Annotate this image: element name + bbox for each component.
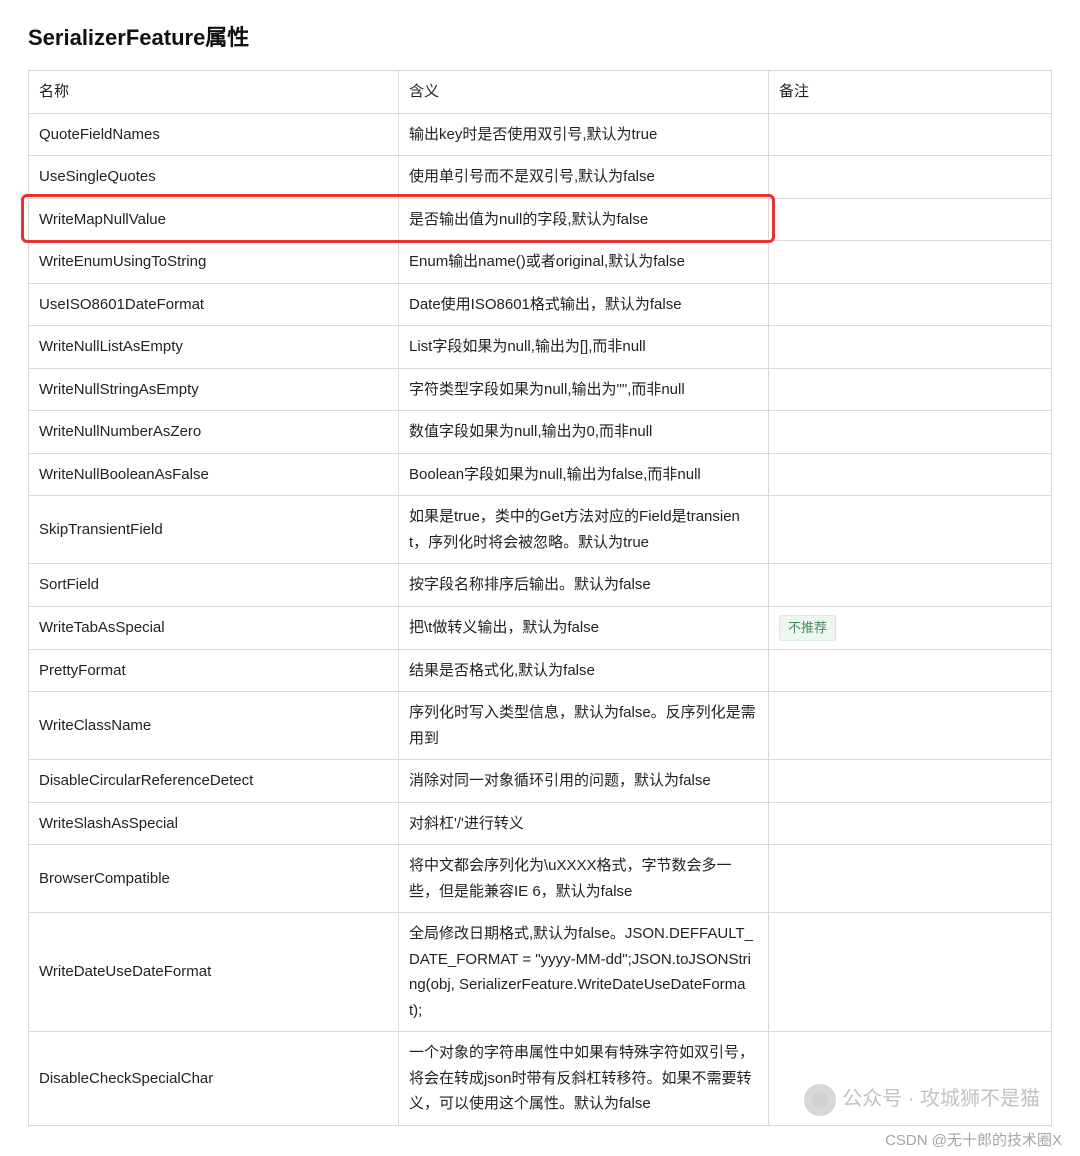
cell-desc: 消除对同一对象循环引用的问题，默认为false (399, 760, 769, 803)
cell-remark: 不推荐 (769, 606, 1052, 649)
cell-remark (769, 411, 1052, 454)
col-remark: 备注 (769, 71, 1052, 114)
cell-name: WriteMapNullValue (29, 198, 399, 241)
cell-remark (769, 368, 1052, 411)
cell-remark (769, 113, 1052, 156)
cell-remark (769, 156, 1052, 199)
cell-desc: 字符类型字段如果为null,输出为"",而非null (399, 368, 769, 411)
cell-desc: 输出key时是否使用双引号,默认为true (399, 113, 769, 156)
cell-remark (769, 198, 1052, 241)
cell-remark (769, 760, 1052, 803)
table-row: SortField按字段名称排序后输出。默认为false (29, 564, 1052, 607)
cell-name: BrowserCompatible (29, 845, 399, 913)
table-row: WriteEnumUsingToStringEnum输出name()或者orig… (29, 241, 1052, 284)
watermark: 公众号 · 攻城狮不是猫 (804, 1082, 1040, 1116)
wechat-icon (804, 1084, 836, 1116)
table-row: UseSingleQuotes使用单引号而不是双引号,默认为false (29, 156, 1052, 199)
status-badge: 不推荐 (779, 615, 836, 641)
cell-remark (769, 326, 1052, 369)
table-row: WriteNullBooleanAsFalseBoolean字段如果为null,… (29, 453, 1052, 496)
cell-remark (769, 453, 1052, 496)
cell-desc: 一个对象的字符串属性中如果有特殊字符如双引号，将会在转成json时带有反斜杠转移… (399, 1032, 769, 1126)
cell-desc: 如果是true，类中的Get方法对应的Field是transient，序列化时将… (399, 496, 769, 564)
table-row: PrettyFormat结果是否格式化,默认为false (29, 649, 1052, 692)
cell-name: SortField (29, 564, 399, 607)
col-name: 名称 (29, 71, 399, 114)
table-row: WriteTabAsSpecial把\t做转义输出，默认为false 不推荐 (29, 606, 1052, 649)
table-row: WriteClassName序列化时写入类型信息，默认为false。反序列化是需… (29, 692, 1052, 760)
cell-desc: 全局修改日期格式,默认为false。JSON.DEFFAULT_DATE_FOR… (399, 913, 769, 1032)
cell-desc: List字段如果为null,输出为[],而非null (399, 326, 769, 369)
cell-name: WriteDateUseDateFormat (29, 913, 399, 1032)
cell-remark (769, 241, 1052, 284)
footer-credit: CSDN @无十郎的技术圈X (885, 1129, 1062, 1150)
cell-name: WriteClassName (29, 692, 399, 760)
table-row: WriteNullStringAsEmpty字符类型字段如果为null,输出为"… (29, 368, 1052, 411)
cell-desc: 把\t做转义输出，默认为false (399, 606, 769, 649)
table-row: WriteMapNullValue是否输出值为null的字段,默认为false (29, 198, 1052, 241)
cell-desc: Enum输出name()或者original,默认为false (399, 241, 769, 284)
cell-desc: 对斜杠'/'进行转义 (399, 802, 769, 845)
feature-table: 名称 含义 备注 QuoteFieldNames输出key时是否使用双引号,默认… (28, 70, 1052, 1126)
table-row: WriteNullNumberAsZero数值字段如果为null,输出为0,而非… (29, 411, 1052, 454)
page-root: SerializerFeature属性 名称 含义 备注 QuoteFieldN… (0, 0, 1080, 1156)
cell-name: WriteEnumUsingToString (29, 241, 399, 284)
cell-desc: 按字段名称排序后输出。默认为false (399, 564, 769, 607)
cell-remark (769, 845, 1052, 913)
cell-name: WriteNullListAsEmpty (29, 326, 399, 369)
page-title: SerializerFeature属性 (28, 20, 1052, 52)
cell-name: QuoteFieldNames (29, 113, 399, 156)
cell-name: DisableCheckSpecialChar (29, 1032, 399, 1126)
cell-desc: 数值字段如果为null,输出为0,而非null (399, 411, 769, 454)
cell-remark (769, 649, 1052, 692)
cell-desc: Boolean字段如果为null,输出为false,而非null (399, 453, 769, 496)
table-row: UseISO8601DateFormatDate使用ISO8601格式输出，默认… (29, 283, 1052, 326)
cell-desc: 序列化时写入类型信息，默认为false。反序列化是需用到 (399, 692, 769, 760)
cell-desc: 是否输出值为null的字段,默认为false (399, 198, 769, 241)
cell-name: DisableCircularReferenceDetect (29, 760, 399, 803)
cell-desc: 将中文都会序列化为\uXXXX格式，字节数会多一些，但是能兼容IE 6，默认为f… (399, 845, 769, 913)
table-row: SkipTransientField如果是true，类中的Get方法对应的Fie… (29, 496, 1052, 564)
cell-name: WriteSlashAsSpecial (29, 802, 399, 845)
cell-remark (769, 913, 1052, 1032)
table-row: WriteDateUseDateFormat全局修改日期格式,默认为false。… (29, 913, 1052, 1032)
cell-name: SkipTransientField (29, 496, 399, 564)
cell-name: UseSingleQuotes (29, 156, 399, 199)
table-row: DisableCircularReferenceDetect消除对同一对象循环引… (29, 760, 1052, 803)
cell-desc: 使用单引号而不是双引号,默认为false (399, 156, 769, 199)
cell-remark (769, 802, 1052, 845)
table-row: WriteSlashAsSpecial对斜杠'/'进行转义 (29, 802, 1052, 845)
cell-remark (769, 283, 1052, 326)
cell-remark (769, 564, 1052, 607)
cell-name: PrettyFormat (29, 649, 399, 692)
cell-desc: 结果是否格式化,默认为false (399, 649, 769, 692)
cell-remark (769, 692, 1052, 760)
cell-name: WriteNullBooleanAsFalse (29, 453, 399, 496)
cell-name: WriteTabAsSpecial (29, 606, 399, 649)
watermark-text: 公众号 · 攻城狮不是猫 (842, 1088, 1040, 1110)
cell-desc: Date使用ISO8601格式输出，默认为false (399, 283, 769, 326)
cell-name: WriteNullStringAsEmpty (29, 368, 399, 411)
table-row: QuoteFieldNames输出key时是否使用双引号,默认为true (29, 113, 1052, 156)
table-row: BrowserCompatible将中文都会序列化为\uXXXX格式，字节数会多… (29, 845, 1052, 913)
cell-name: WriteNullNumberAsZero (29, 411, 399, 454)
table-header-row: 名称 含义 备注 (29, 71, 1052, 114)
table-row: WriteNullListAsEmptyList字段如果为null,输出为[],… (29, 326, 1052, 369)
cell-name: UseISO8601DateFormat (29, 283, 399, 326)
cell-remark (769, 496, 1052, 564)
col-desc: 含义 (399, 71, 769, 114)
